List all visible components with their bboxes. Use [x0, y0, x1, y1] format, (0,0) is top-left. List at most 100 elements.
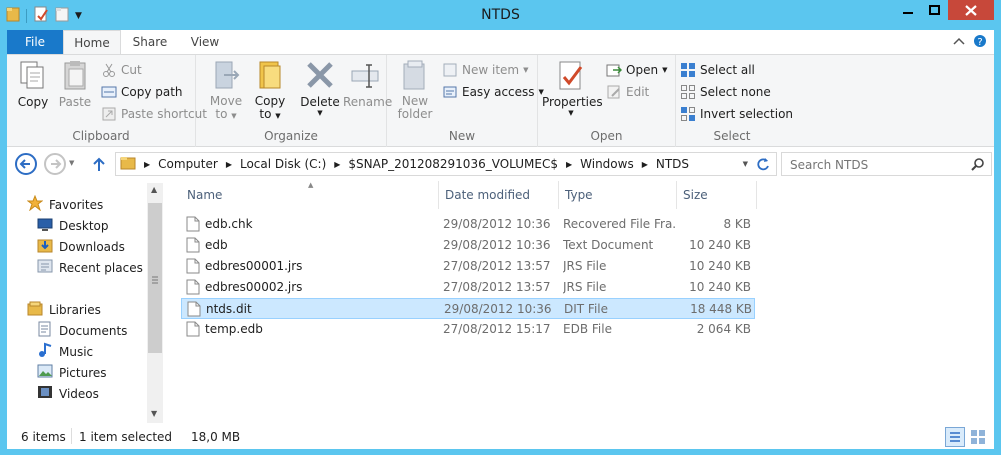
- forward-button[interactable]: [44, 153, 66, 175]
- refresh-icon[interactable]: [756, 157, 770, 174]
- navigation-scrollbar[interactable]: ▲ ▼: [147, 183, 163, 423]
- nav-item-recent-places[interactable]: Recent places: [37, 258, 143, 277]
- dropdown-arrow-icon: ▼: [662, 66, 668, 74]
- file-row[interactable]: ntds.dit 29/08/2012 10:36 DIT File 18 448 K…: [181, 298, 755, 319]
- move-to-icon: [210, 59, 242, 93]
- file-type: DIT File: [564, 302, 609, 316]
- file-size: 2 064 KB: [696, 322, 751, 336]
- column-header-name[interactable]: Name: [181, 181, 439, 209]
- file-icon: [187, 301, 201, 320]
- breadcrumb-separator-icon[interactable]: ▶: [144, 160, 150, 169]
- nav-libraries[interactable]: Libraries: [27, 300, 101, 319]
- tab-view[interactable]: View: [179, 30, 231, 54]
- star-icon: [26, 194, 44, 214]
- back-button[interactable]: [15, 153, 37, 175]
- copy-path-button[interactable]: Copy path: [101, 84, 183, 100]
- tab-file[interactable]: File: [7, 30, 63, 54]
- search-input[interactable]: [788, 154, 972, 176]
- nav-item-documents[interactable]: Documents: [37, 321, 127, 340]
- libraries-icon: [27, 300, 43, 319]
- select-none-button[interactable]: Select none: [680, 84, 771, 100]
- file-name: edb: [205, 238, 228, 252]
- column-header-type[interactable]: Type: [559, 181, 677, 209]
- column-header-size[interactable]: Size: [677, 181, 757, 209]
- new-item-button[interactable]: New item ▼: [442, 62, 529, 78]
- file-size: 10 240 KB: [689, 238, 751, 252]
- breadcrumb-ntds[interactable]: NTDS: [656, 157, 689, 171]
- copy-to-icon: [254, 59, 286, 93]
- file-row[interactable]: edb 29/08/2012 10:36 Text Document 10 240 K…: [181, 235, 755, 256]
- invert-selection-button[interactable]: Invert selection: [680, 106, 793, 122]
- paste-button[interactable]: Paste: [57, 59, 93, 109]
- details-view-icon: [950, 432, 960, 442]
- paste-shortcut-button[interactable]: Paste shortcut: [101, 106, 207, 122]
- maximize-button[interactable]: [921, 0, 948, 20]
- help-icon[interactable]: ?: [973, 34, 987, 51]
- tab-share[interactable]: Share: [123, 30, 177, 54]
- file-size: 8 KB: [723, 217, 751, 231]
- scroll-up-icon[interactable]: ▲: [151, 185, 157, 194]
- details-view-button[interactable]: [945, 427, 965, 447]
- properties-button[interactable]: Properties ▼: [542, 59, 603, 117]
- close-button[interactable]: [948, 0, 994, 20]
- copy-button[interactable]: Copy: [15, 59, 51, 109]
- copy-to-button[interactable]: Copy to ▼: [250, 59, 290, 123]
- status-bar: 6 items 1 item selected 18,0 MB: [7, 425, 994, 449]
- edit-button[interactable]: Edit: [606, 84, 649, 100]
- address-bar[interactable]: ▶ Computer ▶ Local Disk (C:) ▶ $SNAP_201…: [115, 152, 777, 176]
- select-all-button[interactable]: Select all: [680, 62, 755, 78]
- open-button[interactable]: Open ▼: [606, 62, 667, 78]
- file-type: Text Document: [563, 238, 654, 252]
- file-row[interactable]: edbres00001.jrs 27/08/2012 13:57 JRS File 1…: [181, 256, 755, 277]
- new-folder-button[interactable]: New folder: [395, 59, 435, 121]
- file-row[interactable]: temp.edb 27/08/2012 15:17 EDB File 2 064 KB: [181, 319, 755, 340]
- cut-button[interactable]: Cut: [101, 62, 142, 78]
- file-name: edb.chk: [205, 217, 253, 231]
- column-header-date-modified[interactable]: Date modified: [439, 181, 559, 209]
- address-dropdown-icon[interactable]: ▼: [743, 160, 748, 168]
- open-icon: [606, 62, 623, 78]
- up-arrow-icon[interactable]: [91, 155, 107, 176]
- rename-button[interactable]: Rename: [343, 59, 392, 109]
- nav-item-desktop[interactable]: Desktop: [37, 216, 109, 235]
- breadcrumb-separator-icon[interactable]: ▶: [334, 160, 340, 169]
- tab-home[interactable]: Home: [63, 30, 121, 54]
- easy-access-icon: [442, 84, 458, 100]
- breadcrumb-local-disk[interactable]: Local Disk (C:): [240, 157, 326, 171]
- large-icons-view-button[interactable]: [969, 428, 987, 449]
- scroll-down-icon[interactable]: ▼: [151, 409, 157, 418]
- breadcrumb-separator-icon[interactable]: ▶: [226, 160, 232, 169]
- search-icon[interactable]: [971, 157, 985, 174]
- scrollbar-thumb[interactable]: [148, 203, 162, 353]
- minimize-button[interactable]: [894, 0, 921, 20]
- paste-icon: [59, 59, 91, 93]
- breadcrumb-separator-icon[interactable]: ▶: [642, 160, 648, 169]
- breadcrumb-windows[interactable]: Windows: [580, 157, 634, 171]
- nav-item-downloads[interactable]: Downloads: [37, 237, 125, 256]
- videos-icon: [37, 384, 53, 403]
- file-row[interactable]: edbres00002.jrs 27/08/2012 13:57 JRS File 1…: [181, 277, 755, 298]
- nav-item-videos[interactable]: Videos: [37, 384, 99, 403]
- new-item-icon: [442, 62, 458, 78]
- breadcrumb-separator-icon[interactable]: ▶: [566, 160, 572, 169]
- desktop-icon: [37, 216, 53, 235]
- group-open: Properties ▼ Open ▼ Edit Open: [538, 55, 676, 147]
- new-folder-icon: [399, 59, 431, 93]
- chevron-up-icon[interactable]: [953, 35, 965, 49]
- music-icon: [37, 342, 53, 361]
- breadcrumb-computer[interactable]: Computer: [158, 157, 218, 171]
- file-row[interactable]: edb.chk 29/08/2012 10:36 Recovered File Fr…: [181, 214, 755, 235]
- delete-button[interactable]: Delete ▼: [300, 59, 340, 117]
- breadcrumb-snapshot[interactable]: $SNAP_201208291036_VOLUMEC$: [348, 157, 558, 171]
- copy-icon: [17, 59, 49, 93]
- move-to-button[interactable]: Move to ▼: [206, 59, 246, 123]
- file-size: 10 240 KB: [689, 280, 751, 294]
- nav-item-music[interactable]: Music: [37, 342, 93, 361]
- group-label-select: Select: [713, 129, 751, 143]
- easy-access-button[interactable]: Easy access ▼: [442, 84, 544, 100]
- invert-selection-icon: [680, 106, 696, 122]
- nav-favorites[interactable]: Favorites: [26, 194, 103, 214]
- recent-locations-chevron-icon[interactable]: ▼: [69, 159, 74, 167]
- nav-item-pictures[interactable]: Pictures: [37, 363, 107, 382]
- file-date-modified: 29/08/2012 10:36: [443, 217, 551, 231]
